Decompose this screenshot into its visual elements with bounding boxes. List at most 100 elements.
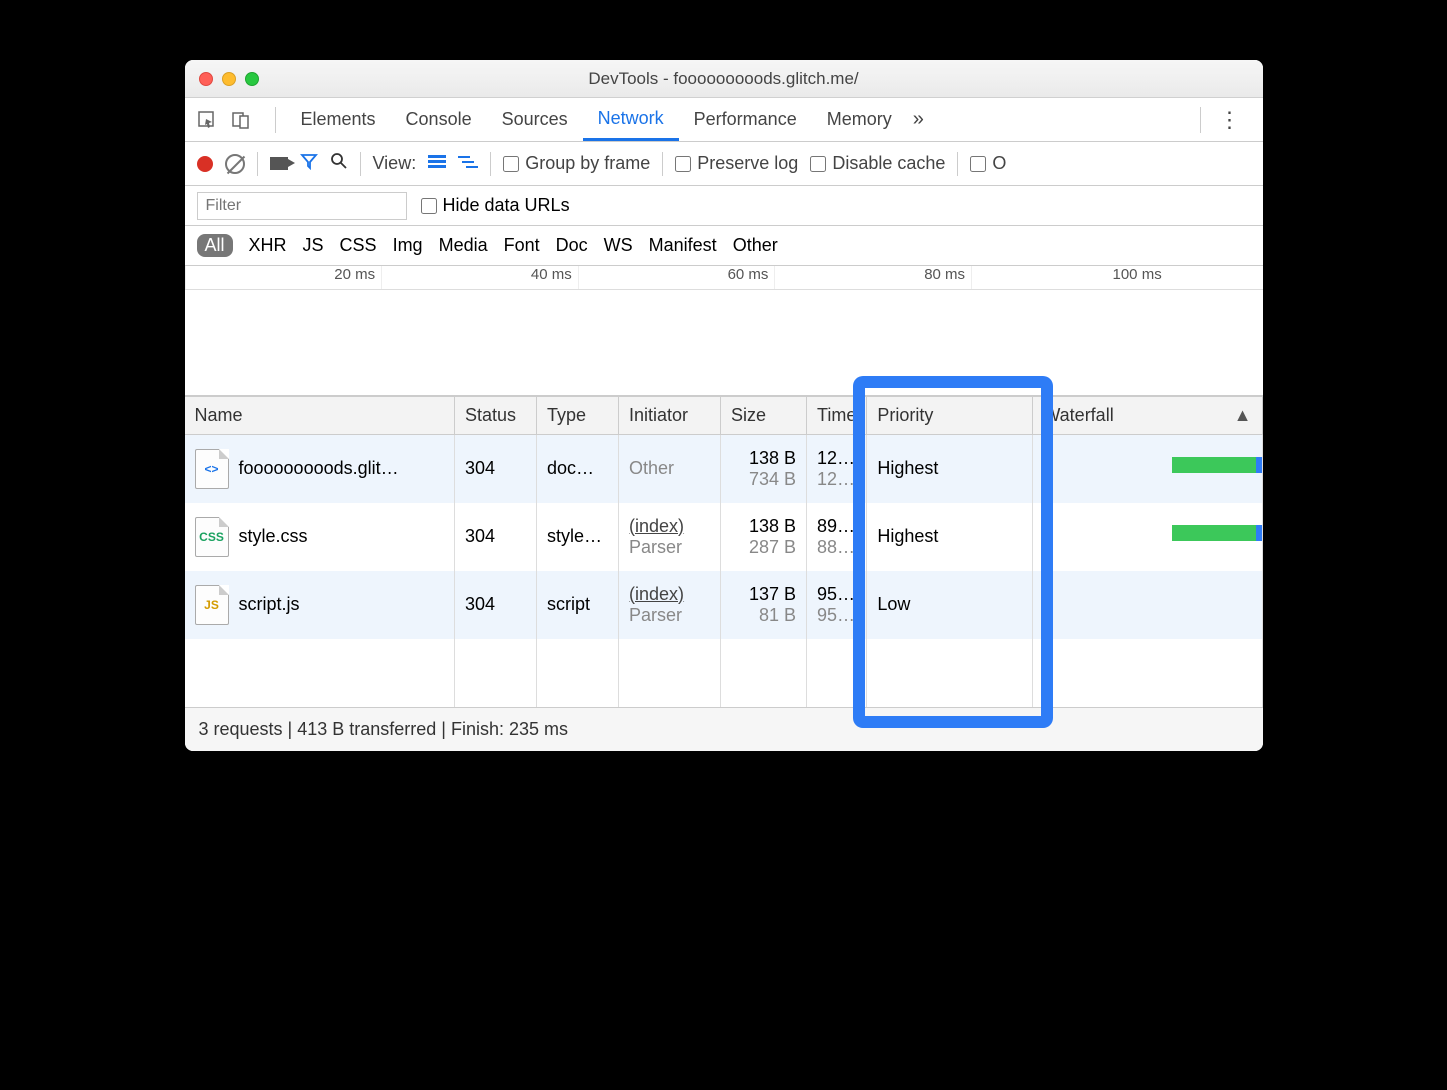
col-type[interactable]: Type <box>537 397 619 435</box>
type-filter-font[interactable]: Font <box>504 235 540 256</box>
cell-priority: Highest <box>867 503 1033 571</box>
separator <box>1200 107 1201 133</box>
sort-asc-icon: ▲ <box>1234 405 1252 426</box>
table-header-row: Name Status Type Initiator Size Time Pri… <box>185 397 1263 435</box>
cell-status: 304 <box>455 435 537 503</box>
table-row-empty <box>185 639 1263 707</box>
filter-toggle-icon[interactable] <box>300 152 318 175</box>
filter-input[interactable] <box>197 192 407 220</box>
timeline-tick: 40 ms <box>381 266 578 289</box>
cell-type: script <box>537 571 619 639</box>
cell-time: 89…88… <box>807 503 867 571</box>
large-rows-icon[interactable] <box>428 153 446 174</box>
tab-memory[interactable]: Memory <box>812 98 907 141</box>
resource-type-filter: All XHR JS CSS Img Media Font Doc WS Manifest Othe… <box>185 226 1263 266</box>
group-by-frame-checkbox[interactable]: Group by frame <box>503 153 650 174</box>
request-name: script.js <box>239 594 300 615</box>
type-filter-media[interactable]: Media <box>439 235 488 256</box>
type-filter-manifest[interactable]: Manifest <box>649 235 717 256</box>
separator <box>275 107 276 133</box>
separator <box>360 152 361 176</box>
titlebar: DevTools - fooooooooods.glitch.me/ <box>185 60 1263 98</box>
overview-icon[interactable] <box>458 153 478 174</box>
col-waterfall[interactable]: Waterfall▲ <box>1033 397 1262 435</box>
cell-time: 12…12… <box>807 435 867 503</box>
devtools-window: DevTools - fooooooooods.glitch.me/ Eleme… <box>185 60 1263 751</box>
cell-time: 95…95… <box>807 571 867 639</box>
settings-menu-icon[interactable]: ⋮ <box>1211 107 1251 133</box>
record-button[interactable] <box>197 156 213 172</box>
device-toggle-icon[interactable] <box>231 110 251 130</box>
col-status[interactable]: Status <box>455 397 537 435</box>
cell-initiator[interactable]: (index)Parser <box>619 503 721 571</box>
col-time[interactable]: Time <box>807 397 867 435</box>
type-filter-css[interactable]: CSS <box>340 235 377 256</box>
status-bar: 3 requests | 413 B transferred | Finish:… <box>185 707 1263 751</box>
file-js-icon: JS <box>195 585 229 625</box>
cell-priority: Highest <box>867 435 1033 503</box>
timeline-overview[interactable]: 20 ms40 ms60 ms80 ms100 ms <box>185 266 1263 396</box>
cell-priority: Low <box>867 571 1033 639</box>
type-filter-js[interactable]: JS <box>303 235 324 256</box>
type-filter-ws[interactable]: WS <box>604 235 633 256</box>
type-filter-img[interactable]: Img <box>393 235 423 256</box>
table-row[interactable]: CSS style.css 304style…(index)Parser138 B2… <box>185 503 1263 571</box>
request-table-wrap: Name Status Type Initiator Size Time Pri… <box>185 396 1263 707</box>
disable-cache-checkbox[interactable]: Disable cache <box>810 153 945 174</box>
screenshot-icon[interactable] <box>270 157 288 170</box>
cell-waterfall <box>1033 435 1262 503</box>
hide-data-urls-checkbox[interactable]: Hide data URLs <box>421 195 570 216</box>
cell-type: style… <box>537 503 619 571</box>
separator <box>662 152 663 176</box>
type-filter-other[interactable]: Other <box>733 235 778 256</box>
clear-button[interactable] <box>225 154 245 174</box>
timeline-tick: 20 ms <box>185 266 382 289</box>
type-filter-xhr[interactable]: XHR <box>249 235 287 256</box>
cell-size: 137 B81 B <box>721 571 807 639</box>
cell-waterfall <box>1033 503 1262 571</box>
separator <box>957 152 958 176</box>
request-name: fooooooooods.glit… <box>239 458 399 479</box>
more-tabs-button[interactable]: » <box>913 108 924 131</box>
offline-checkbox-partial[interactable]: O <box>970 153 1006 174</box>
view-label: View: <box>373 153 417 174</box>
col-initiator[interactable]: Initiator <box>619 397 721 435</box>
cell-size: 138 B734 B <box>721 435 807 503</box>
cell-initiator[interactable]: (index)Parser <box>619 571 721 639</box>
request-name: style.css <box>239 526 308 547</box>
cell-status: 304 <box>455 503 537 571</box>
separator <box>490 152 491 176</box>
type-filter-all[interactable]: All <box>197 234 233 257</box>
tab-sources[interactable]: Sources <box>487 98 583 141</box>
tab-network[interactable]: Network <box>583 98 679 141</box>
panel-tabs: ElementsConsoleSourcesNetworkPerformance… <box>185 98 1263 142</box>
col-priority[interactable]: Priority <box>867 397 1033 435</box>
type-filter-doc[interactable]: Doc <box>556 235 588 256</box>
table-row[interactable]: JS script.js 304script(index)Parser137 B81… <box>185 571 1263 639</box>
filter-bar: Hide data URLs <box>185 186 1263 226</box>
cell-status: 304 <box>455 571 537 639</box>
request-table: Name Status Type Initiator Size Time Pri… <box>185 396 1263 707</box>
timeline-tick: 60 ms <box>578 266 775 289</box>
file-html-icon: <> <box>195 449 229 489</box>
tab-console[interactable]: Console <box>391 98 487 141</box>
cell-size: 138 B287 B <box>721 503 807 571</box>
timeline-tick: 100 ms <box>971 266 1168 289</box>
window-title: DevTools - fooooooooods.glitch.me/ <box>185 69 1263 89</box>
cell-initiator[interactable]: Other <box>619 435 721 503</box>
tab-elements[interactable]: Elements <box>286 98 391 141</box>
col-size[interactable]: Size <box>721 397 807 435</box>
file-css-icon: CSS <box>195 517 229 557</box>
table-row[interactable]: <> fooooooooods.glit… 304doc…Other138 B734… <box>185 435 1263 503</box>
tab-performance[interactable]: Performance <box>679 98 812 141</box>
separator <box>257 152 258 176</box>
search-icon[interactable] <box>330 152 348 175</box>
col-name[interactable]: Name <box>185 397 455 435</box>
network-toolbar: View: Group by frame Preserve log Disabl… <box>185 142 1263 186</box>
preserve-log-checkbox[interactable]: Preserve log <box>675 153 798 174</box>
cell-type: doc… <box>537 435 619 503</box>
cell-waterfall <box>1033 571 1262 639</box>
timeline-tick: 80 ms <box>774 266 971 289</box>
timeline-ticks: 20 ms40 ms60 ms80 ms100 ms <box>185 266 1263 290</box>
inspect-icon[interactable] <box>197 110 217 130</box>
